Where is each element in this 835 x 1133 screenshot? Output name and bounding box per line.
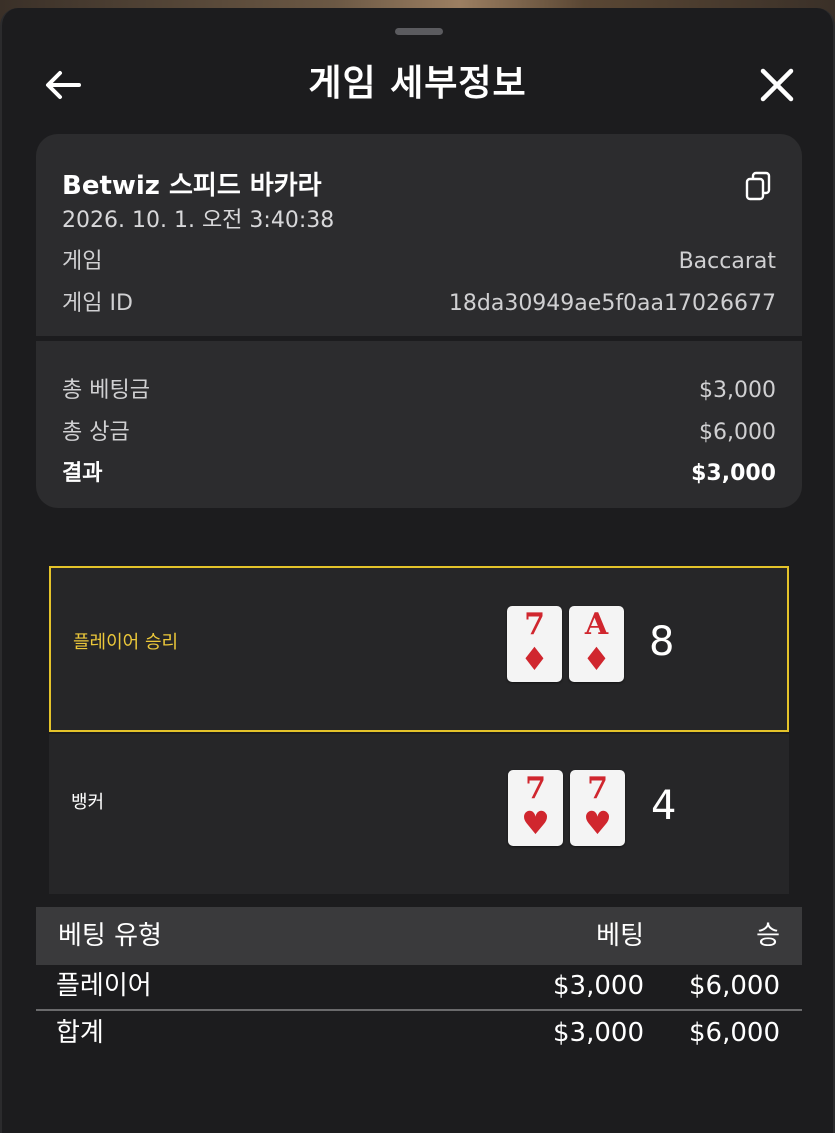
- game-row: 게임 Baccarat: [62, 247, 776, 277]
- header-bet: 베팅: [596, 921, 644, 951]
- result-row: 결과 $3,000: [62, 459, 776, 489]
- game-timestamp: 2026. 10. 1. 오전 3:40:38: [62, 208, 335, 233]
- row-win-amount: $6,000: [689, 971, 780, 1001]
- total-label: 합계: [56, 1018, 104, 1048]
- summary-card: Betwiz 스피드 바카라 2026. 10. 1. 오전 3:40:38 게…: [36, 134, 802, 508]
- table-row: 플레이어 $3,000 $6,000: [36, 963, 802, 1009]
- playing-card: 7 ♥: [508, 770, 563, 846]
- divider: [36, 336, 802, 341]
- row-bet-amount: $3,000: [553, 971, 644, 1001]
- page-title: 게임 세부정보: [308, 63, 527, 104]
- card-rank: A: [584, 607, 609, 642]
- total-prize-value: $6,000: [699, 420, 776, 445]
- total-prize-row: 총 상금 $6,000: [62, 418, 776, 448]
- header-bet-type: 베팅 유형: [58, 921, 162, 951]
- heart-icon: ♥: [583, 804, 612, 842]
- header-win: 승: [756, 921, 780, 951]
- card-rank: 7: [587, 771, 608, 806]
- card-rank: 7: [525, 771, 546, 806]
- heart-icon: ♥: [521, 804, 550, 842]
- banker-hand-label: 뱅커: [71, 792, 105, 813]
- game-value: Baccarat: [678, 249, 776, 274]
- banker-score: 4: [651, 783, 677, 829]
- total-bet-label: 총 베팅금: [62, 378, 150, 403]
- game-id-value[interactable]: 18da30949ae5f0aa17026677: [449, 289, 776, 319]
- banker-hand: 뱅커 7 ♥ 7 ♥ 4: [49, 734, 789, 894]
- game-label: 게임: [62, 249, 103, 274]
- total-bet-value: $3,000: [699, 378, 776, 403]
- table-total-row: 합계 $3,000 $6,000: [36, 1010, 802, 1056]
- sheet-grabber[interactable]: [395, 28, 443, 35]
- total-prize-label: 총 상금: [62, 420, 130, 445]
- result-value: $3,000: [691, 461, 776, 486]
- player-hand-label: 플레이어 승리: [73, 632, 179, 653]
- copy-icon: [745, 171, 771, 201]
- game-id-row: 게임 ID 18da30949ae5f0aa17026677: [62, 289, 776, 319]
- total-win-amount: $6,000: [689, 1018, 780, 1048]
- diamond-icon: ♦: [520, 640, 549, 678]
- row-bet-type: 플레이어: [56, 971, 152, 1001]
- card-rank: 7: [524, 607, 545, 642]
- close-icon: [760, 68, 794, 102]
- total-bet-amount: $3,000: [553, 1018, 644, 1048]
- playing-card: 7 ♥: [570, 770, 625, 846]
- close-button[interactable]: [754, 62, 800, 108]
- playing-card: A ♦: [569, 606, 624, 682]
- total-bet-row: 총 베팅금 $3,000: [62, 376, 776, 406]
- copy-button[interactable]: [744, 170, 774, 202]
- playing-card: 7 ♦: [507, 606, 562, 682]
- game-id-label: 게임 ID: [62, 291, 133, 316]
- result-label: 결과: [62, 461, 103, 486]
- game-details-sheet: 게임 세부정보 Betwiz 스피드 바카라 2026. 10. 1. 오전 3…: [0, 8, 835, 1133]
- game-name: Betwiz 스피드 바카라: [62, 171, 322, 201]
- player-score: 8: [649, 619, 675, 665]
- player-hand: 플레이어 승리 7 ♦ A ♦ 8: [49, 566, 789, 732]
- diamond-icon: ♦: [582, 640, 611, 678]
- bets-table-header: 베팅 유형 베팅 승: [36, 907, 802, 965]
